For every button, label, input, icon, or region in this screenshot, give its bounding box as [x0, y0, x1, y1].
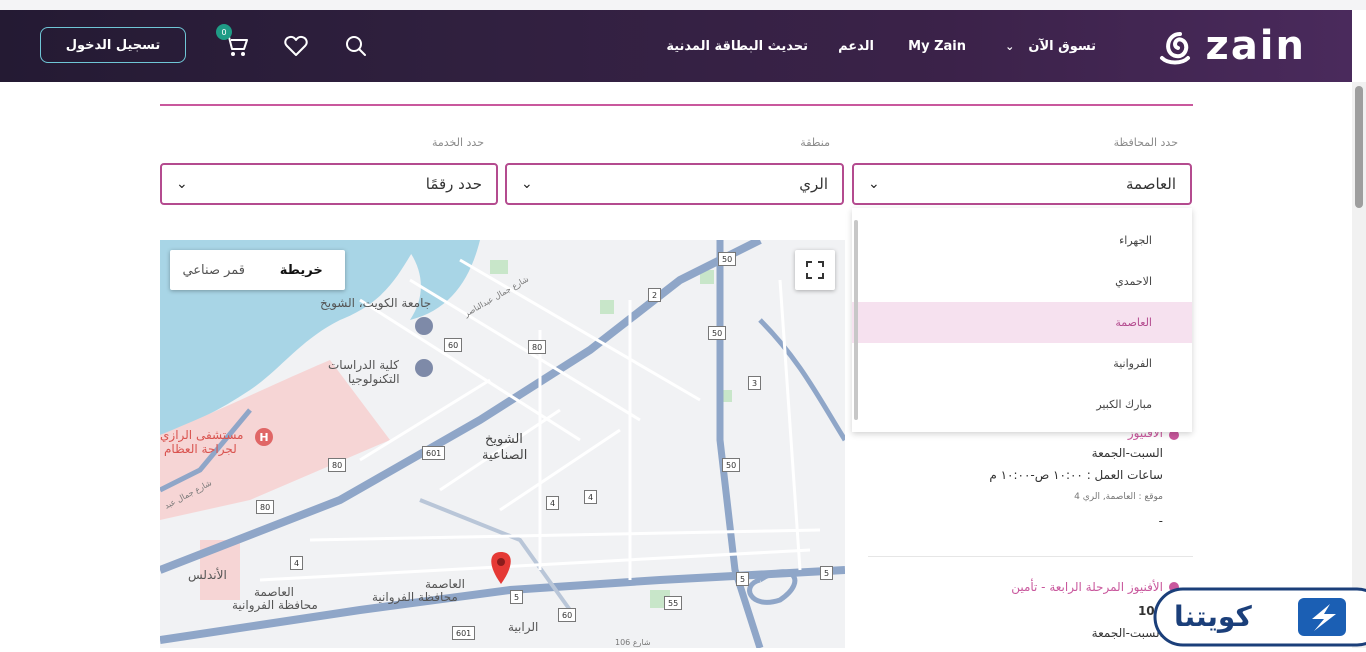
- road-shield: 2: [648, 288, 662, 302]
- map-label-street-106: شارع 106: [615, 638, 651, 647]
- governorate-label: حدد المحافظة: [1113, 136, 1178, 149]
- nav-support[interactable]: الدعم: [838, 10, 874, 82]
- road-shield: 80: [528, 340, 547, 354]
- road-shield: 5: [820, 566, 834, 580]
- stores-list: الأفنيوز السبت-الجمعة ساعات العمل : ١٠:٠…: [868, 420, 1193, 648]
- nav-civil-id-update[interactable]: تحديث البطاقة المدنية: [666, 10, 808, 82]
- road-shield: 5: [510, 590, 524, 604]
- map-label-rabiya: الرابية: [508, 620, 539, 634]
- area-select-value: الري: [799, 175, 828, 193]
- map-label-asima-2: العاصمة: [254, 585, 294, 599]
- store-extra: -: [1158, 514, 1163, 528]
- map-toggle[interactable]: خريطة: [258, 250, 346, 290]
- nav-support-label: الدعم: [838, 38, 874, 54]
- nav-civil-id-label: تحديث البطاقة المدنية: [666, 38, 808, 54]
- map-view[interactable]: H قمر صناعي خريطة جامعة الكويت، الشويخ ك…: [160, 240, 845, 648]
- road-shield: 80: [256, 500, 275, 514]
- road-shield: 55: [664, 596, 683, 610]
- svg-text:H: H: [259, 431, 268, 444]
- road-shield: 3: [748, 376, 762, 390]
- service-select[interactable]: ⌄ حدد رقمًا: [160, 163, 498, 205]
- chevron-down-icon: ⌄: [521, 176, 533, 192]
- map-label-tech-college: كلية الدراسات: [328, 358, 399, 372]
- nav-shop-now-label: تسوق الآن: [1028, 38, 1096, 54]
- zain-logo[interactable]: zain: [1156, 24, 1306, 68]
- governorate-option[interactable]: الفروانية: [852, 343, 1192, 384]
- page-scrollbar-thumb[interactable]: [1355, 86, 1363, 208]
- road-shield: 5: [736, 572, 750, 586]
- road-shield: 50: [722, 458, 741, 472]
- map-type-toggle[interactable]: قمر صناعي خريطة: [170, 250, 345, 290]
- cart-count-badge: 0: [216, 24, 232, 40]
- login-button[interactable]: تسجيل الدخول: [40, 27, 186, 63]
- governorate-select-value: العاصمة: [1126, 175, 1176, 193]
- road-shield: 4: [290, 556, 304, 570]
- map-label-hospital: مستشفى الرازي: [160, 428, 244, 442]
- road-shield: 601: [422, 446, 446, 460]
- nav-my-zain-label: My Zain: [908, 38, 966, 54]
- logo-wordmark: zain: [1205, 23, 1306, 69]
- governorate-option[interactable]: مبارك الكبير: [852, 384, 1192, 425]
- road-shield: 60: [558, 608, 577, 622]
- map-label-tech-college-2: التكنولوجيا: [348, 372, 400, 386]
- governorate-dropdown[interactable]: الجهراء الاحمدي العاصمة الفروانية مبارك الكب…: [852, 208, 1192, 432]
- governorate-option[interactable]: الاحمدي: [852, 261, 1192, 302]
- map-label-kuwait-university: جامعة الكويت، الشويخ: [320, 296, 432, 310]
- governorate-option[interactable]: الجهراء: [852, 220, 1192, 261]
- list-divider: [868, 556, 1193, 557]
- area-select[interactable]: ⌄ الري: [505, 163, 844, 205]
- store-location: موقع : العاصمة, الري 4: [1074, 492, 1163, 502]
- map-label-asima: العاصمة: [425, 577, 465, 591]
- map-label-hospital-2: لجراحة العظام: [164, 442, 237, 456]
- map-label-shuwaikh: الشويخ: [485, 432, 523, 447]
- road-shield: 4: [546, 496, 560, 510]
- heart-icon[interactable]: [282, 32, 310, 60]
- store-title[interactable]: الأفنيوز المرحلة الرابعة - تأمين: [1011, 580, 1163, 594]
- nav-my-zain[interactable]: My Zain: [908, 10, 966, 82]
- store-hours: ساعات العمل : ١٠:٠٠ ص-١٠:٠٠ م: [989, 468, 1163, 482]
- service-select-value: حدد رقمًا: [425, 175, 482, 193]
- service-label: حدد الخدمة: [431, 136, 484, 149]
- chevron-down-icon: ⌄: [868, 176, 880, 192]
- chevron-down-icon: ⌄: [1005, 39, 1015, 53]
- map-label-shuwaikh-industrial: الصناعية: [482, 448, 528, 463]
- cart-icon[interactable]: 0: [216, 24, 250, 60]
- governorate-options: الجهراء الاحمدي العاصمة الفروانية مبارك الكب…: [852, 208, 1192, 425]
- chevron-down-icon: ⌄: [176, 176, 188, 192]
- area-label: منطقة: [800, 136, 830, 149]
- governorate-select[interactable]: ⌄ العاصمة: [852, 163, 1192, 205]
- section-divider: [160, 104, 1193, 106]
- road-shield: 60: [444, 338, 463, 352]
- satellite-toggle[interactable]: قمر صناعي: [170, 250, 258, 290]
- road-shield: 50: [708, 326, 727, 340]
- fullscreen-icon[interactable]: [795, 250, 835, 290]
- site-header: zain ⌄ تسوق الآن My Zain الدعم تحديث الب…: [0, 10, 1352, 82]
- governorate-option[interactable]: العاصمة: [852, 302, 1192, 343]
- road-shield: 50: [718, 252, 737, 266]
- road-shield: 601: [452, 626, 476, 640]
- road-shield: 80: [328, 458, 347, 472]
- map-label-farwaniya-2: محافظة الفروانية: [232, 598, 318, 612]
- map-label-farwaniya: محافظة الفروانية: [372, 590, 458, 604]
- dropdown-scrollbar[interactable]: [854, 220, 858, 420]
- browser-top-strip: [0, 0, 1366, 10]
- search-icon[interactable]: [342, 32, 370, 60]
- store-days: السبت-الجمعة: [1091, 446, 1163, 460]
- badge-text: كويتنا: [1174, 600, 1252, 633]
- map-label-andalus: الأندلس: [188, 568, 227, 582]
- nav-shop-now[interactable]: ⌄ تسوق الآن: [997, 10, 1096, 82]
- kuwaitna-badge: كويتنا: [1152, 586, 1366, 648]
- road-shield: 4: [584, 490, 598, 504]
